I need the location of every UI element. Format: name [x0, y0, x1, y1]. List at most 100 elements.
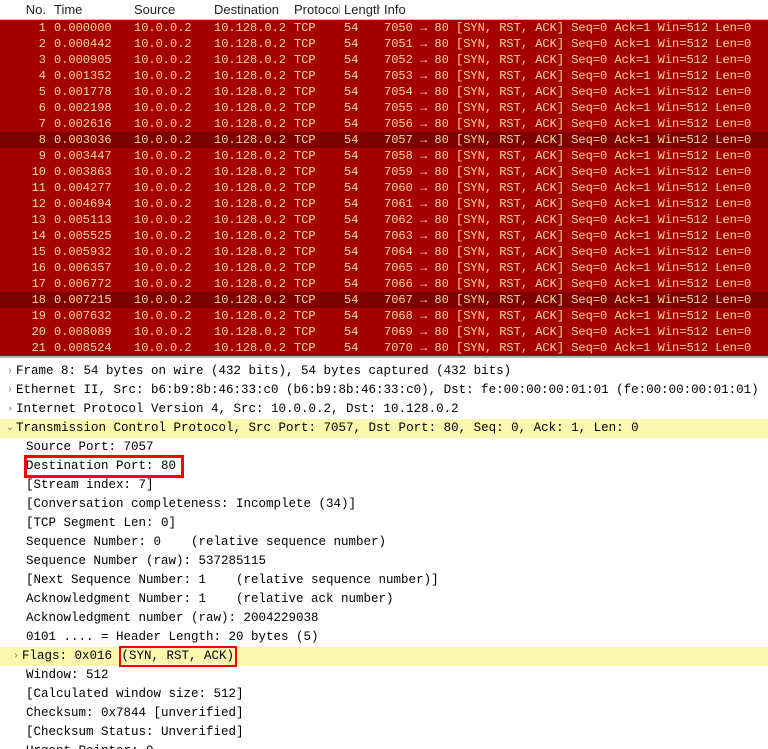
col-header-no[interactable]: No. [0, 2, 50, 17]
col-header-info[interactable]: Info [380, 2, 768, 17]
col-header-length[interactable]: Length [340, 2, 380, 17]
cell: 7051 → 80 [SYN, RST, ACK] Seq=0 Ack=1 Wi… [380, 36, 768, 52]
chevron-right-icon[interactable]: › [10, 647, 22, 666]
tree-ackraw[interactable]: Acknowledgment number (raw): 2004229038 [0, 609, 768, 628]
packet-row[interactable]: 210.00852410.0.0.210.128.0.2TCP547070 → … [0, 340, 768, 356]
tree-nextseq[interactable]: [Next Sequence Number: 1 (relative seque… [0, 571, 768, 590]
packet-row[interactable]: 170.00677210.0.0.210.128.0.2TCP547066 → … [0, 276, 768, 292]
cell: 10.128.0.2 [210, 212, 290, 228]
packet-row[interactable]: 160.00635710.0.0.210.128.0.2TCP547065 → … [0, 260, 768, 276]
tree-ip[interactable]: ›Internet Protocol Version 4, Src: 10.0.… [0, 400, 768, 419]
packet-row[interactable]: 70.00261610.0.0.210.128.0.2TCP547056 → 8… [0, 116, 768, 132]
tree-frame[interactable]: ›Frame 8: 54 bytes on wire (432 bits), 5… [0, 362, 768, 381]
cell: 7069 → 80 [SYN, RST, ACK] Seq=0 Ack=1 Wi… [380, 324, 768, 340]
cell: 10.0.0.2 [130, 164, 210, 180]
packet-list-body[interactable]: 10.00000010.0.0.210.128.0.2TCP547050 → 8… [0, 20, 768, 356]
cell: 54 [340, 212, 380, 228]
cell: 2 [0, 36, 50, 52]
cell: 0.003863 [50, 164, 130, 180]
packet-row[interactable]: 120.00469410.0.0.210.128.0.2TCP547061 → … [0, 196, 768, 212]
col-header-protocol[interactable]: Protocol [290, 2, 340, 17]
col-header-dest[interactable]: Destination [210, 2, 290, 17]
packet-row[interactable]: 20.00044210.0.0.210.128.0.2TCP547051 → 8… [0, 36, 768, 52]
chevron-right-icon[interactable]: › [4, 362, 16, 381]
tree-calcwin[interactable]: [Calculated window size: 512] [0, 685, 768, 704]
packet-row[interactable]: 130.00511310.0.0.210.128.0.2TCP547062 → … [0, 212, 768, 228]
cell: TCP [290, 244, 340, 260]
chevron-right-icon[interactable]: › [4, 381, 16, 400]
cell: 54 [340, 36, 380, 52]
cell: 7066 → 80 [SYN, RST, ACK] Seq=0 Ack=1 Wi… [380, 276, 768, 292]
packet-row[interactable]: 180.00721510.0.0.210.128.0.2TCP547067 → … [0, 292, 768, 308]
tree-conversation[interactable]: [Conversation completeness: Incomplete (… [0, 495, 768, 514]
tree-srcport[interactable]: Source Port: 7057 [0, 438, 768, 457]
cell: 10.0.0.2 [130, 260, 210, 276]
tree-window[interactable]: Window: 512 [0, 666, 768, 685]
cell: TCP [290, 260, 340, 276]
tree-dstport[interactable]: Destination Port: 80 [0, 457, 768, 476]
packet-row[interactable]: 110.00427710.0.0.210.128.0.2TCP547060 → … [0, 180, 768, 196]
cell: 54 [340, 324, 380, 340]
cell: TCP [290, 68, 340, 84]
packet-list-pane: No. Time Source Destination Protocol Len… [0, 0, 768, 356]
packet-row[interactable]: 100.00386310.0.0.210.128.0.2TCP547059 → … [0, 164, 768, 180]
cell: 10.128.0.2 [210, 132, 290, 148]
cell: 20 [0, 324, 50, 340]
cell: 10.128.0.2 [210, 308, 290, 324]
cell: 18 [0, 292, 50, 308]
cell: 0.003447 [50, 148, 130, 164]
cell: 54 [340, 180, 380, 196]
cell: 7055 → 80 [SYN, RST, ACK] Seq=0 Ack=1 Wi… [380, 100, 768, 116]
tree-stream-index[interactable]: [Stream index: 7] [0, 476, 768, 495]
tree-seqnum[interactable]: Sequence Number: 0 (relative sequence nu… [0, 533, 768, 552]
packet-row[interactable]: 30.00090510.0.0.210.128.0.2TCP547052 → 8… [0, 52, 768, 68]
cell: 10.128.0.2 [210, 260, 290, 276]
cell: 10.0.0.2 [130, 116, 210, 132]
tree-flags[interactable]: ›Flags: 0x016 (SYN, RST, ACK) [0, 647, 768, 666]
tree-seglen[interactable]: [TCP Segment Len: 0] [0, 514, 768, 533]
cell: 10.128.0.2 [210, 164, 290, 180]
cell: 0.003036 [50, 132, 130, 148]
cell: 0.005932 [50, 244, 130, 260]
packet-row[interactable]: 40.00135210.0.0.210.128.0.2TCP547053 → 8… [0, 68, 768, 84]
tree-chkstat[interactable]: [Checksum Status: Unverified] [0, 723, 768, 742]
cell: TCP [290, 100, 340, 116]
packet-row[interactable]: 140.00552510.0.0.210.128.0.2TCP547063 → … [0, 228, 768, 244]
cell: 10.128.0.2 [210, 340, 290, 356]
packet-row[interactable]: 150.00593210.0.0.210.128.0.2TCP547064 → … [0, 244, 768, 260]
cell: 7056 → 80 [SYN, RST, ACK] Seq=0 Ack=1 Wi… [380, 116, 768, 132]
cell: 54 [340, 164, 380, 180]
cell: 7 [0, 116, 50, 132]
cell: TCP [290, 20, 340, 36]
packet-detail-pane[interactable]: ›Frame 8: 54 bytes on wire (432 bits), 5… [0, 358, 768, 749]
cell: 0.000442 [50, 36, 130, 52]
tree-ethernet[interactable]: ›Ethernet II, Src: b6:b9:8b:46:33:c0 (b6… [0, 381, 768, 400]
tree-tcp[interactable]: ⌄Transmission Control Protocol, Src Port… [0, 419, 768, 438]
cell: TCP [290, 116, 340, 132]
chevron-down-icon[interactable]: ⌄ [4, 419, 16, 438]
packet-row[interactable]: 90.00344710.0.0.210.128.0.2TCP547058 → 8… [0, 148, 768, 164]
tree-seqraw[interactable]: Sequence Number (raw): 537285115 [0, 552, 768, 571]
cell: TCP [290, 308, 340, 324]
cell: 0.004277 [50, 180, 130, 196]
tree-urgptr[interactable]: Urgent Pointer: 0 [0, 742, 768, 749]
col-header-source[interactable]: Source [130, 2, 210, 17]
cell: 10.0.0.2 [130, 148, 210, 164]
packet-row[interactable]: 200.00808910.0.0.210.128.0.2TCP547069 → … [0, 324, 768, 340]
packet-row[interactable]: 50.00177810.0.0.210.128.0.2TCP547054 → 8… [0, 84, 768, 100]
cell: 10.0.0.2 [130, 228, 210, 244]
cell: 10.128.0.2 [210, 276, 290, 292]
cell: 54 [340, 196, 380, 212]
cell: 0.005113 [50, 212, 130, 228]
cell: 54 [340, 100, 380, 116]
cell: 0.008524 [50, 340, 130, 356]
packet-row[interactable]: 80.00303610.0.0.210.128.0.2TCP547057 → 8… [0, 132, 768, 148]
packet-row[interactable]: 190.00763210.0.0.210.128.0.2TCP547068 → … [0, 308, 768, 324]
tree-checksum[interactable]: Checksum: 0x7844 [unverified] [0, 704, 768, 723]
packet-row[interactable]: 10.00000010.0.0.210.128.0.2TCP547050 → 8… [0, 20, 768, 36]
tree-acknum[interactable]: Acknowledgment Number: 1 (relative ack n… [0, 590, 768, 609]
chevron-right-icon[interactable]: › [4, 400, 16, 419]
col-header-time[interactable]: Time [50, 2, 130, 17]
packet-row[interactable]: 60.00219810.0.0.210.128.0.2TCP547055 → 8… [0, 100, 768, 116]
tree-hdrlen[interactable]: 0101 .... = Header Length: 20 bytes (5) [0, 628, 768, 647]
